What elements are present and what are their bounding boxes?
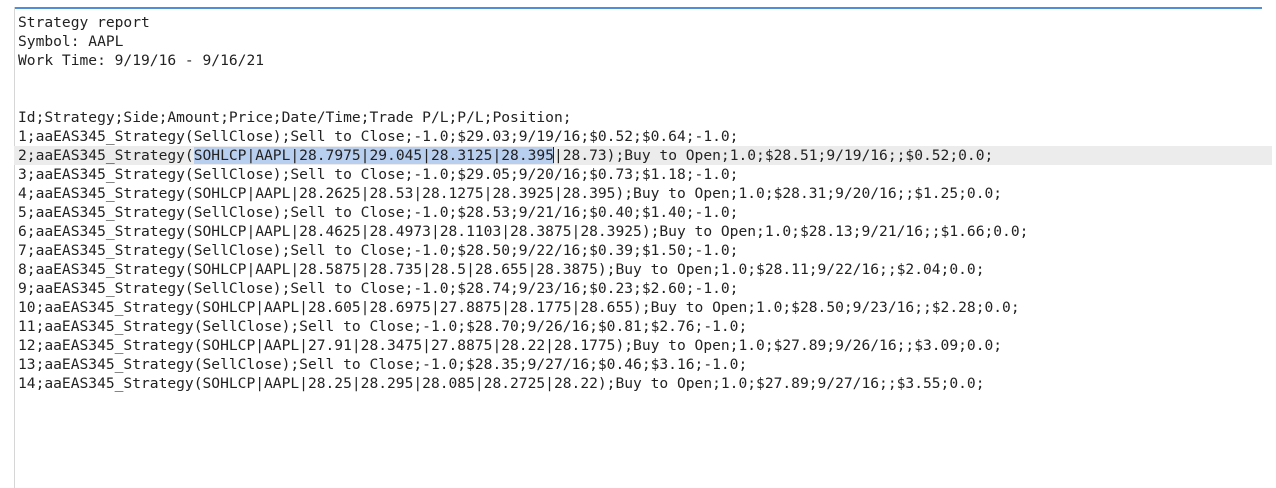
text-editor[interactable]: Strategy report Symbol: AAPL Work Time: …: [0, 0, 1276, 488]
data-row-current[interactable]: 2;aaEAS345_Strategy(SOHLCP|AAPL|28.7975|…: [14, 146, 1272, 165]
report-title-line: Strategy report: [18, 14, 150, 31]
editor-top-border: [14, 7, 1262, 9]
editor-content[interactable]: Strategy report Symbol: AAPL Work Time: …: [14, 13, 1276, 488]
data-row: 7;aaEAS345_Strategy(SellClose);Sell to C…: [18, 242, 739, 259]
data-row: 10;aaEAS345_Strategy(SOHLCP|AAPL|28.605|…: [18, 299, 1020, 316]
data-row: 14;aaEAS345_Strategy(SOHLCP|AAPL|28.25|2…: [18, 375, 985, 392]
data-row: 8;aaEAS345_Strategy(SOHLCP|AAPL|28.5875|…: [18, 261, 985, 278]
row-text-before-selection: 2;aaEAS345_Strategy(: [18, 147, 194, 164]
symbol-line: Symbol: AAPL: [18, 33, 124, 50]
data-row: 12;aaEAS345_Strategy(SOHLCP|AAPL|27.91|2…: [18, 337, 1003, 354]
data-row: 6;aaEAS345_Strategy(SOHLCP|AAPL|28.4625|…: [18, 223, 1029, 240]
work-time-line: Work Time: 9/19/16 - 9/16/21: [18, 52, 265, 69]
data-row: 4;aaEAS345_Strategy(SOHLCP|AAPL|28.2625|…: [18, 185, 1003, 202]
data-row: 9;aaEAS345_Strategy(SellClose);Sell to C…: [18, 280, 739, 297]
row-text-after-selection: |28.73);Buy to Open;1.0;$28.51;9/19/16;;…: [553, 147, 994, 164]
data-row: 5;aaEAS345_Strategy(SellClose);Sell to C…: [18, 204, 739, 221]
editor-left-border: [14, 7, 15, 488]
csv-header-line: Id;Strategy;Side;Amount;Price;Date/Time;…: [18, 109, 572, 126]
data-row: 11;aaEAS345_Strategy(SellClose);Sell to …: [18, 318, 748, 335]
data-row: 3;aaEAS345_Strategy(SellClose);Sell to C…: [18, 166, 739, 183]
data-row: 13;aaEAS345_Strategy(SellClose);Sell to …: [18, 356, 748, 373]
data-row: 1;aaEAS345_Strategy(SellClose);Sell to C…: [18, 128, 739, 145]
text-selection[interactable]: SOHLCP|AAPL|28.7975|29.045|28.3125|28.39…: [193, 147, 554, 164]
